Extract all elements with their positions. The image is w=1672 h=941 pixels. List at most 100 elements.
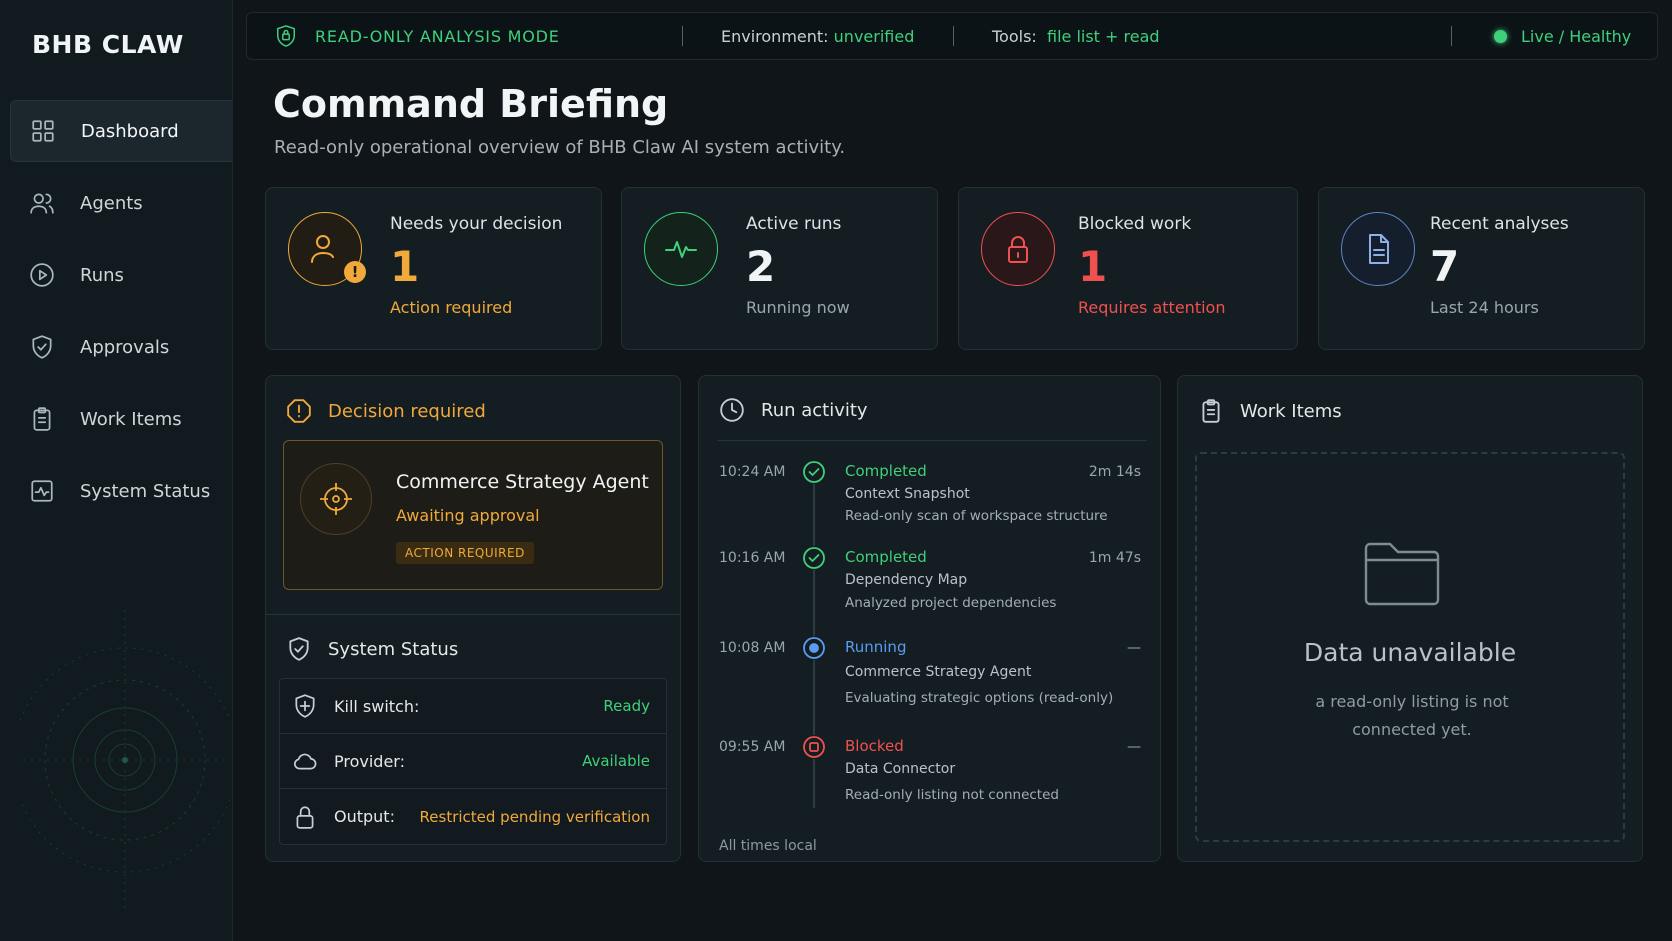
stat-card-recent-analyses[interactable]: Recent analyses 7 Last 24 hours	[1318, 187, 1645, 350]
sidebar-item-label: Runs	[80, 264, 124, 286]
run-duration: —	[1127, 739, 1141, 755]
decision-panel: Decision required Commerce Strategy Agen…	[265, 375, 681, 862]
live-dot-icon	[1494, 29, 1507, 43]
check-circle-icon	[802, 546, 826, 570]
decision-agent-card[interactable]: Commerce Strategy Agent Awaiting approva…	[283, 440, 663, 590]
run-name: Dependency Map	[845, 572, 968, 588]
document-icon	[1341, 212, 1415, 286]
run-activity-footer: All times local	[719, 838, 817, 854]
sidebar-item-agents[interactable]: Agents	[10, 172, 232, 234]
stat-value: 2	[746, 242, 776, 291]
run-description: Analyzed project dependencies	[845, 595, 1057, 611]
sidebar-item-runs[interactable]: Runs	[10, 244, 232, 306]
stat-card-blocked-work[interactable]: Blocked work 1 Requires attention	[958, 187, 1298, 350]
agent-name: Commerce Strategy Agent	[396, 471, 649, 493]
run-activity-panel: Run activity 10:24 AM Completed 2m 14s C…	[698, 375, 1161, 862]
shield-check-icon	[289, 637, 309, 661]
clock-icon	[720, 398, 744, 422]
status-row-kill-switch: Kill switch: Ready	[280, 679, 666, 734]
work-items-panel: Work Items Data unavailable a read-only …	[1177, 375, 1643, 862]
tools-value: file list + read	[1046, 26, 1160, 46]
stop-circle-icon	[802, 735, 826, 759]
environment-label: Environment:	[721, 26, 829, 46]
run-activity-header: Run activity	[719, 397, 868, 423]
clipboard-icon	[1202, 399, 1220, 423]
top-status-bar: READ-ONLY ANALYSIS MODE Environment: unv…	[246, 12, 1658, 60]
status-key: Output:	[334, 807, 395, 826]
alert-octagon-icon	[287, 399, 311, 423]
status-key: Kill switch:	[334, 696, 420, 716]
status-key: Provider:	[334, 751, 405, 771]
run-description: Evaluating strategic options (read-only)	[845, 690, 1114, 706]
run-state: Completed	[845, 462, 927, 480]
panel-divider	[266, 614, 680, 615]
run-time: 10:24 AM	[719, 464, 786, 480]
sidebar: BHB CLAW Dashboard Agents Runs Approvals	[0, 0, 233, 941]
status-value: Available	[582, 752, 650, 770]
stat-value: 1	[1078, 242, 1108, 291]
sidebar-item-label: Approvals	[80, 336, 170, 358]
run-duration: 2m 14s	[1088, 464, 1141, 480]
run-duration: —	[1127, 640, 1141, 656]
run-time: 09:55 AM	[719, 739, 786, 755]
mode-label: READ-ONLY ANALYSIS MODE	[315, 26, 560, 46]
run-description: Read-only listing not connected	[845, 787, 1059, 803]
system-status-title: System Status	[328, 638, 459, 660]
run-time: 10:08 AM	[719, 640, 786, 656]
stat-label: Blocked work	[1078, 214, 1192, 234]
sidebar-item-approvals[interactable]: Approvals	[10, 316, 232, 378]
user-alert-icon: !	[288, 212, 366, 286]
sidebar-item-dashboard[interactable]: Dashboard	[10, 100, 232, 162]
cloud-icon	[294, 753, 317, 770]
agent-status: Awaiting approval	[396, 506, 540, 525]
dashboard-grid-icon	[29, 117, 57, 145]
stat-note: Last 24 hours	[1430, 298, 1539, 317]
empty-state-subtitle: a read-only listing is not connected yet…	[1315, 692, 1509, 739]
clipboard-icon	[28, 405, 56, 433]
status-value: Restricted pending verification	[419, 807, 650, 826]
work-items-title: Work Items	[1240, 400, 1342, 422]
environment-indicator: Environment: unverified	[683, 27, 953, 46]
page-title: Command Briefing	[273, 82, 669, 126]
lock-icon	[981, 212, 1055, 286]
system-status-list: Kill switch: Ready Provider: Available O…	[279, 678, 667, 845]
check-circle-icon	[802, 460, 826, 484]
run-name: Commerce Strategy Agent	[845, 664, 1032, 680]
stat-card-needs-decision[interactable]: ! Needs your decision 1 Action required	[265, 187, 602, 350]
run-state: Running	[845, 638, 907, 656]
sidebar-item-label: System Status	[80, 480, 211, 502]
decision-header: Decision required	[286, 398, 486, 424]
folder-icon	[1364, 542, 1440, 606]
stat-label: Needs your decision	[390, 214, 563, 234]
status-row-provider: Provider: Available	[280, 734, 666, 789]
status-row-output: Output: Restricted pending verification	[280, 789, 666, 844]
run-duration: 1m 47s	[1088, 550, 1141, 566]
stat-value: 7	[1430, 242, 1460, 291]
users-icon	[28, 189, 56, 217]
action-required-badge: ACTION REQUIRED	[396, 542, 534, 564]
stat-card-active-runs[interactable]: Active runs 2 Running now	[621, 187, 938, 350]
stat-note: Running now	[746, 298, 850, 317]
brand-logo-text: BHB CLAW	[32, 30, 184, 59]
sidebar-item-system-status[interactable]: System Status	[10, 460, 232, 522]
sidebar-item-work-items[interactable]: Work Items	[10, 388, 232, 450]
pulse-monitor-icon	[28, 477, 56, 505]
run-activity-title: Run activity	[761, 399, 868, 421]
page-subtitle: Read-only operational overview of BHB Cl…	[274, 137, 846, 158]
stat-label: Active runs	[746, 214, 842, 234]
run-description: Read-only scan of workspace structure	[845, 508, 1108, 524]
tools-label: Tools:	[992, 26, 1037, 46]
shield-lock-icon	[277, 25, 295, 47]
work-items-header: Work Items	[1198, 398, 1342, 424]
radar-decoration	[20, 610, 230, 910]
run-time: 10:16 AM	[719, 550, 786, 566]
sidebar-item-label: Dashboard	[81, 120, 179, 142]
tools-indicator: Tools: file list + read	[954, 27, 1451, 46]
live-label: Live / Healthy	[1521, 26, 1632, 46]
empty-state-title: Data unavailable	[1303, 638, 1517, 667]
live-status: Live / Healthy	[1452, 27, 1631, 46]
decision-title: Decision required	[328, 400, 486, 422]
run-name: Context Snapshot	[845, 486, 970, 502]
stat-value: 1	[390, 242, 420, 291]
stat-note: Requires attention	[1078, 298, 1226, 317]
